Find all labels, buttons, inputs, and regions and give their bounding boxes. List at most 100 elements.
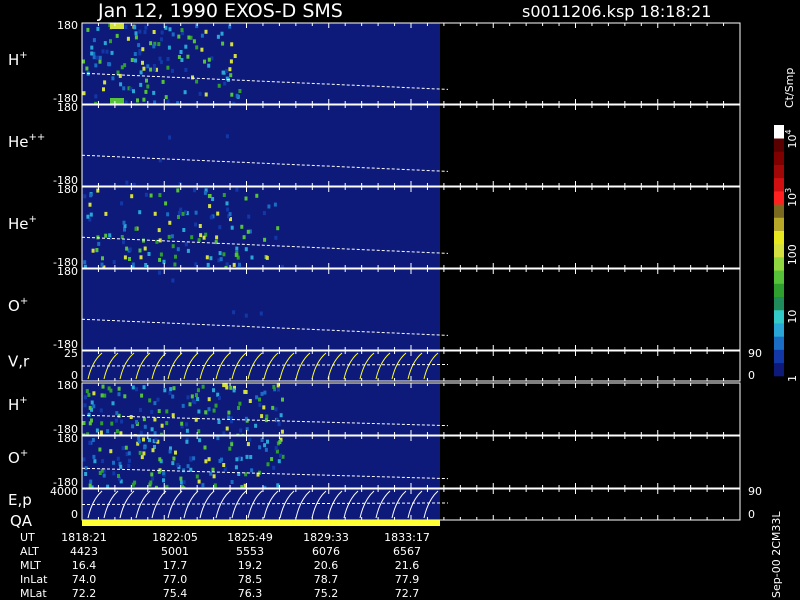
panel-6-cell	[250, 468, 254, 473]
panel-2-cell	[138, 248, 142, 253]
panel-7: 4000 0 E,p 90 0	[8, 485, 762, 521]
panel-0-cell	[94, 63, 98, 68]
panel-2-cell	[218, 251, 222, 256]
panel-0-cell	[138, 29, 142, 34]
panel-5-cell	[100, 421, 104, 426]
panel-5-cell	[82, 421, 86, 425]
panel-5-cell	[131, 424, 135, 429]
panel-6-cell	[124, 445, 128, 450]
ephem-cell: 5001	[161, 545, 189, 558]
colorbar-tick-sup: 4	[784, 129, 793, 134]
panel-5-cell	[100, 393, 104, 398]
panel-0-cell	[204, 29, 208, 34]
panel-2-cell	[123, 255, 127, 260]
panel-0-cell	[142, 97, 146, 102]
panel-5-cell	[185, 428, 189, 433]
panel-6-cell	[189, 457, 193, 462]
panel-2-cell	[197, 238, 201, 243]
panel-6-label-base: O	[8, 449, 20, 467]
panel-3-cell	[158, 270, 161, 275]
panel-5-cell	[131, 385, 135, 390]
panel-2-ymax: 180	[57, 183, 78, 196]
panel-0-cell	[149, 67, 153, 72]
panel-2-cell	[222, 252, 226, 257]
panel-6-cell	[263, 443, 267, 448]
panel-6-cell	[154, 437, 158, 442]
panel-0-cell	[130, 58, 134, 62]
panel-0-label-sup: +	[19, 50, 27, 61]
panel-0-cell	[137, 43, 141, 48]
panel-2-cell	[173, 262, 177, 267]
panel-5-cell	[255, 395, 259, 400]
panel-6-cell	[198, 438, 202, 443]
panel-2-cell	[167, 234, 171, 239]
panel-2-cell	[198, 224, 202, 228]
panel-5-cell	[84, 395, 87, 400]
colorbar-swatch	[774, 362, 784, 377]
panel-0-cell	[233, 54, 237, 58]
panel-0-cell	[158, 56, 162, 61]
panel-2-cell	[255, 193, 259, 198]
panel-0-cell	[133, 52, 137, 56]
panel-3-ymax: 180	[57, 265, 78, 278]
exos-d-sms-plot: Jan 12, 1990 EXOS-D SMS s0011206.ksp 18:…	[8, 0, 799, 600]
panel-0-cell	[216, 34, 220, 39]
panel-0-cell	[171, 68, 174, 73]
panel-5-cell	[153, 401, 157, 406]
panel-6-cell	[171, 461, 175, 466]
panel-2-cell	[216, 211, 220, 216]
colorbar-swatch	[774, 349, 784, 364]
panel-2-cell	[170, 234, 174, 239]
panel-5-cell	[117, 392, 121, 397]
panel-5-cell	[171, 413, 175, 418]
panel-0-cell	[103, 80, 107, 85]
panel-5-cell	[87, 392, 91, 397]
colorbar-tick-base: 10	[786, 193, 799, 207]
panel-5-cell	[279, 413, 283, 418]
panel-0-cell	[168, 27, 172, 32]
panel-6-cell	[142, 451, 146, 456]
panel-0-cell	[132, 89, 135, 94]
panel-6-cell	[192, 456, 196, 461]
panel-2-cell	[104, 233, 108, 238]
panel-6-cell	[235, 457, 239, 462]
panel-2-cell	[153, 211, 157, 216]
panel-6-cell	[116, 456, 120, 461]
panel-6-cell	[270, 457, 274, 462]
panel-6-cell	[150, 472, 154, 477]
colorbar-swatch	[774, 296, 784, 311]
panel-0-cell	[159, 60, 163, 65]
panel-5-label: H+	[8, 395, 28, 414]
panel-6-cell	[174, 450, 177, 455]
panel-2-cell	[228, 212, 232, 217]
panel-5-cell	[150, 427, 154, 432]
panel-2-cell	[209, 215, 213, 220]
panel-5-cell	[101, 384, 105, 389]
panel-6-cell	[228, 446, 232, 451]
panel-5-cell	[114, 418, 118, 423]
panel-5-cell	[188, 402, 192, 407]
panel-0-cell	[146, 84, 150, 89]
panel-2-label: He+	[8, 214, 37, 233]
panel-6-cell	[100, 468, 104, 473]
panel-0-cell	[141, 47, 145, 52]
panel-1-label: He++	[8, 132, 45, 151]
colorbar-swatch	[774, 336, 784, 350]
panel-2-cell	[176, 247, 180, 252]
panel-5-cell	[258, 402, 262, 407]
colorbar-swatch	[774, 204, 784, 218]
panel-0-cell	[200, 47, 204, 52]
panel-0-cell	[141, 60, 144, 65]
ephem-cell: 6567	[393, 545, 421, 558]
panel-2-cell	[208, 204, 212, 209]
panel-0-cell	[177, 34, 181, 39]
panel-2-cell	[144, 192, 148, 197]
panel-6-cell	[176, 463, 180, 467]
panel-0-cell	[110, 50, 114, 55]
panel-1-label-base: He	[8, 133, 29, 151]
panel-2-cell	[166, 212, 170, 217]
panel-0-cell	[160, 37, 163, 42]
panel-6-cell	[185, 439, 189, 444]
panel-5-cell	[239, 428, 243, 433]
panel-6-cell	[143, 445, 147, 450]
